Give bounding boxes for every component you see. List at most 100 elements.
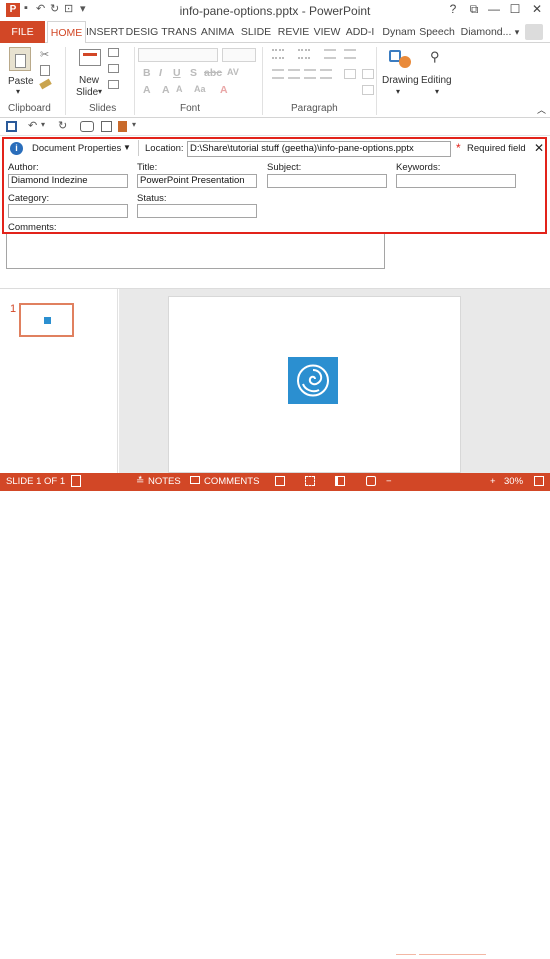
justify-icon[interactable] <box>320 69 332 79</box>
paste-icon[interactable] <box>9 47 31 71</box>
user-account[interactable]: Diamond... <box>458 21 514 43</box>
binoculars-icon[interactable]: ⚲ <box>430 49 446 65</box>
align-left-icon[interactable] <box>272 69 284 79</box>
minimize-button[interactable]: — <box>486 2 502 16</box>
swirl-logo-icon[interactable] <box>288 357 338 404</box>
tab-home[interactable]: HOME <box>47 21 86 44</box>
zoom-level[interactable]: 30% <box>504 476 523 487</box>
clear-format-icon[interactable]: A <box>220 84 228 96</box>
collapse-ribbon-icon[interactable]: ︿ <box>537 103 546 116</box>
chevron-down-icon[interactable]: ▼ <box>123 143 131 152</box>
text-direction-icon[interactable] <box>362 69 374 79</box>
new-slide-label[interactable]: New <box>79 75 99 86</box>
author-field[interactable]: Diamond Indezine <box>8 174 128 188</box>
normal-view-icon[interactable] <box>275 476 285 486</box>
tab-insert[interactable]: INSERT <box>86 21 124 43</box>
tab-speech[interactable]: Speech <box>418 21 456 43</box>
tab-view[interactable]: VIEW <box>312 21 342 43</box>
cut-icon[interactable]: ✂ <box>40 48 49 61</box>
underline-icon[interactable]: U <box>173 67 181 79</box>
powerpoint-icon[interactable]: P <box>6 3 20 17</box>
drawing-dropdown-icon[interactable]: ▾ <box>396 87 400 96</box>
columns-icon[interactable] <box>344 69 356 79</box>
paste-dropdown-icon[interactable]: ▾ <box>16 87 20 96</box>
tab-design[interactable]: DESIG <box>124 21 160 43</box>
char-spacing-icon[interactable]: AV <box>227 67 239 77</box>
tab-slide-show[interactable]: SLIDE S <box>237 21 275 60</box>
customize-qat-icon[interactable]: ▾ <box>80 2 86 15</box>
fit-to-window-icon[interactable] <box>534 476 544 486</box>
tab-dynamic[interactable]: Dynam <box>380 21 418 43</box>
start-slideshow-icon[interactable] <box>80 121 94 132</box>
increase-indent-icon[interactable] <box>344 49 356 59</box>
bold-icon[interactable]: B <box>143 67 151 79</box>
section-icon[interactable] <box>108 80 119 89</box>
help-button[interactable]: ? <box>445 2 461 16</box>
save-icon[interactable]: ▪ <box>24 2 28 14</box>
bullets-icon[interactable] <box>272 49 284 59</box>
location-field[interactable]: D:\Share\tutorial stuff (geetha)\info-pa… <box>187 141 451 157</box>
zoom-slider[interactable] <box>396 954 486 955</box>
zoom-in-icon[interactable]: + <box>490 476 496 487</box>
keywords-field[interactable] <box>396 174 516 188</box>
comments-icon[interactable] <box>190 476 200 484</box>
strikethrough-icon[interactable]: abc <box>204 67 222 79</box>
start-show-icon[interactable]: ⊡ <box>64 2 73 15</box>
italic-icon[interactable]: I <box>159 67 162 79</box>
undo-icon[interactable]: ↶ <box>36 2 45 15</box>
convert-smartart-icon[interactable] <box>362 85 374 95</box>
new-slide-icon[interactable] <box>79 49 101 66</box>
status-field[interactable] <box>137 204 257 218</box>
change-case-icon[interactable]: Aa <box>194 84 206 94</box>
undo-dropdown-icon[interactable]: ▾ <box>41 120 45 129</box>
decrease-font-icon[interactable]: A <box>176 84 183 94</box>
decrease-indent-icon[interactable] <box>324 49 336 59</box>
layout-icon[interactable] <box>108 48 119 57</box>
document-properties-dropdown[interactable]: Document Properties <box>32 143 121 154</box>
zoom-out-icon[interactable]: − <box>386 476 392 487</box>
new-slide-button[interactable]: Slide <box>76 87 98 98</box>
editing-button[interactable]: Editing <box>421 75 452 86</box>
maximize-button[interactable]: ☐ <box>507 2 523 16</box>
undo-icon[interactable]: ↶ <box>28 119 37 132</box>
save-icon[interactable] <box>6 121 17 132</box>
editing-dropdown-icon[interactable]: ▾ <box>435 87 439 96</box>
close-button[interactable]: ✕ <box>529 2 545 16</box>
reading-view-icon[interactable] <box>335 476 345 486</box>
tab-add-ins[interactable]: ADD-I <box>342 21 378 43</box>
reset-icon[interactable] <box>108 64 119 73</box>
font-size-box[interactable] <box>222 48 256 62</box>
numbering-icon[interactable] <box>298 49 310 59</box>
preview-icon[interactable] <box>101 121 112 132</box>
user-dropdown-icon[interactable]: ▾ <box>512 21 522 43</box>
spelling-icon[interactable] <box>71 475 81 487</box>
notes-button[interactable]: NOTES <box>148 476 181 487</box>
close-icon[interactable]: ✕ <box>534 141 544 155</box>
avatar[interactable] <box>525 24 543 40</box>
paste-button[interactable]: Paste <box>8 76 34 87</box>
font-name-box[interactable] <box>138 48 218 62</box>
font-color-icon[interactable]: A <box>143 84 151 96</box>
repeat-icon[interactable]: ↻ <box>58 119 67 132</box>
tab-animations[interactable]: ANIMA <box>198 21 237 43</box>
increase-font-icon[interactable]: A <box>162 84 170 96</box>
slide-thumbnail[interactable] <box>19 303 74 337</box>
notes-icon[interactable]: ≛ <box>136 476 144 487</box>
redo-icon[interactable]: ↻ <box>50 2 59 15</box>
customize-qat-icon[interactable]: ▾ <box>132 120 136 129</box>
category-field[interactable] <box>8 204 128 218</box>
slide-sorter-icon[interactable] <box>305 476 315 486</box>
subject-field[interactable] <box>267 174 387 188</box>
zoom-slider-thumb[interactable] <box>416 950 419 959</box>
align-center-icon[interactable] <box>288 69 300 79</box>
shapes-icon[interactable] <box>389 48 413 70</box>
new-slide-dropdown-icon[interactable]: ▾ <box>98 87 102 96</box>
tab-transitions[interactable]: TRANS <box>160 21 198 43</box>
align-right-icon[interactable] <box>304 69 316 79</box>
customize-icon[interactable] <box>118 121 127 132</box>
copy-icon[interactable] <box>40 65 50 76</box>
ribbon-display-button[interactable]: ⧉ <box>466 2 482 17</box>
tab-file[interactable]: FILE <box>0 21 45 43</box>
tab-review[interactable]: REVIE <box>275 21 312 43</box>
comments-button[interactable]: COMMENTS <box>204 476 259 487</box>
